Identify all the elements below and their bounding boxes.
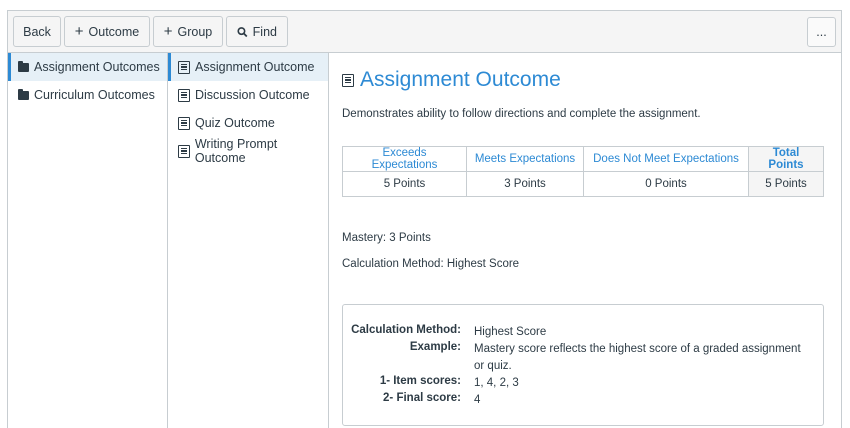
calc-item-scores-row: 1- Item scores: 1, 4, 2, 3 [343,375,823,392]
more-options-label: ... [816,25,827,39]
outcomes-manager: Back + Outcome + Group Find ... Assignme… [7,10,842,428]
rating-points-exceeds: 5 Points [342,171,467,197]
find-button[interactable]: Find [226,16,288,47]
find-label: Find [252,24,277,39]
calculation-method-box: Calculation Method: Highest Score Exampl… [342,304,824,426]
rating-label-does-not-meet: Does Not Meet Expectations [583,146,749,172]
total-points-header: Total Points [748,146,824,172]
outcome-document-icon [178,116,190,130]
rating-points-does-not-meet: 0 Points [583,171,749,197]
calculation-method-text: Calculation Method: Highest Score [342,258,520,270]
calc-example-key: Example: [409,341,461,353]
outcome-item-label: Quiz Outcome [195,116,275,130]
calc-final-score-value: 4 [474,394,481,406]
calc-method-value: Highest Score [474,326,547,338]
mastery-text: Mastery: 3 Points [342,232,431,244]
outcomes-column: Assignment Outcome Discussion Outcome Qu… [168,53,329,428]
outcome-item-label: Writing Prompt Outcome [194,137,278,165]
calc-method-key: Calculation Method: [351,324,461,336]
add-group-button[interactable]: + Group [153,16,223,47]
group-item-label: Assignment Outcomes [34,60,160,74]
rating-label-exceeds: Exceeds Expectations [342,146,467,172]
search-icon [237,26,248,37]
calc-method-row: Calculation Method: Highest Score [343,324,823,341]
rating-points-meets: 3 Points [466,171,584,197]
group-item-label: Curriculum Outcomes [34,88,155,102]
group-item-assignment-outcomes[interactable]: Assignment Outcomes [8,53,167,81]
outcome-item-assignment[interactable]: Assignment Outcome [168,53,328,81]
outcome-document-icon [178,144,190,158]
rubric-ratings-row: Exceeds Expectations Meets Expectations … [342,146,824,172]
outcome-title-text: Assignment Outcome [360,68,561,91]
back-button-label: Back [23,24,51,39]
outcome-item-label: Assignment Outcome [195,60,315,74]
outcome-item-writing-prompt[interactable]: Writing Prompt Outcome [168,137,328,165]
groups-column: Assignment Outcomes Curriculum Outcomes [8,53,168,428]
outcome-description: Demonstrates ability to follow direction… [342,108,701,120]
group-item-curriculum-outcomes[interactable]: Curriculum Outcomes [8,81,167,109]
page-title: Assignment Outcome [342,68,561,92]
outcome-item-discussion[interactable]: Discussion Outcome [168,81,328,109]
toolbar: Back + Outcome + Group Find ... [8,11,841,53]
add-outcome-button[interactable]: + Outcome [64,16,150,47]
add-group-label: Group [177,24,213,39]
outcome-document-icon [178,60,190,74]
rubric-points-row: 5 Points 3 Points 0 Points 5 Points [342,171,824,197]
rubric-table: Exceeds Expectations Meets Expectations … [342,146,824,197]
calc-final-score-key: 2- Final score: [383,392,461,404]
folder-icon [18,88,29,100]
calc-example-value: Mastery score reflects the highest score… [474,343,801,372]
outcome-detail-pane: Assignment Outcome Demonstrates ability … [329,53,841,428]
outcome-item-label: Discussion Outcome [195,88,310,102]
back-button[interactable]: Back [13,16,61,47]
calc-example-row: Example: Mastery score reflects the high… [343,341,823,375]
rating-label-meets: Meets Expectations [466,146,584,172]
outcome-document-icon [178,88,190,102]
folder-icon [18,60,29,72]
add-outcome-label: Outcome [88,24,140,39]
outcome-item-quiz[interactable]: Quiz Outcome [168,109,328,137]
calc-final-score-row: 2- Final score: 4 [343,392,823,409]
plus-icon: + [163,23,173,40]
more-options-button[interactable]: ... [807,17,836,47]
outcome-document-icon [342,73,354,87]
total-points-value: 5 Points [748,171,824,197]
calc-item-scores-key: 1- Item scores: [379,375,461,387]
calc-item-scores-value: 1, 4, 2, 3 [474,377,519,389]
plus-icon: + [74,23,84,40]
